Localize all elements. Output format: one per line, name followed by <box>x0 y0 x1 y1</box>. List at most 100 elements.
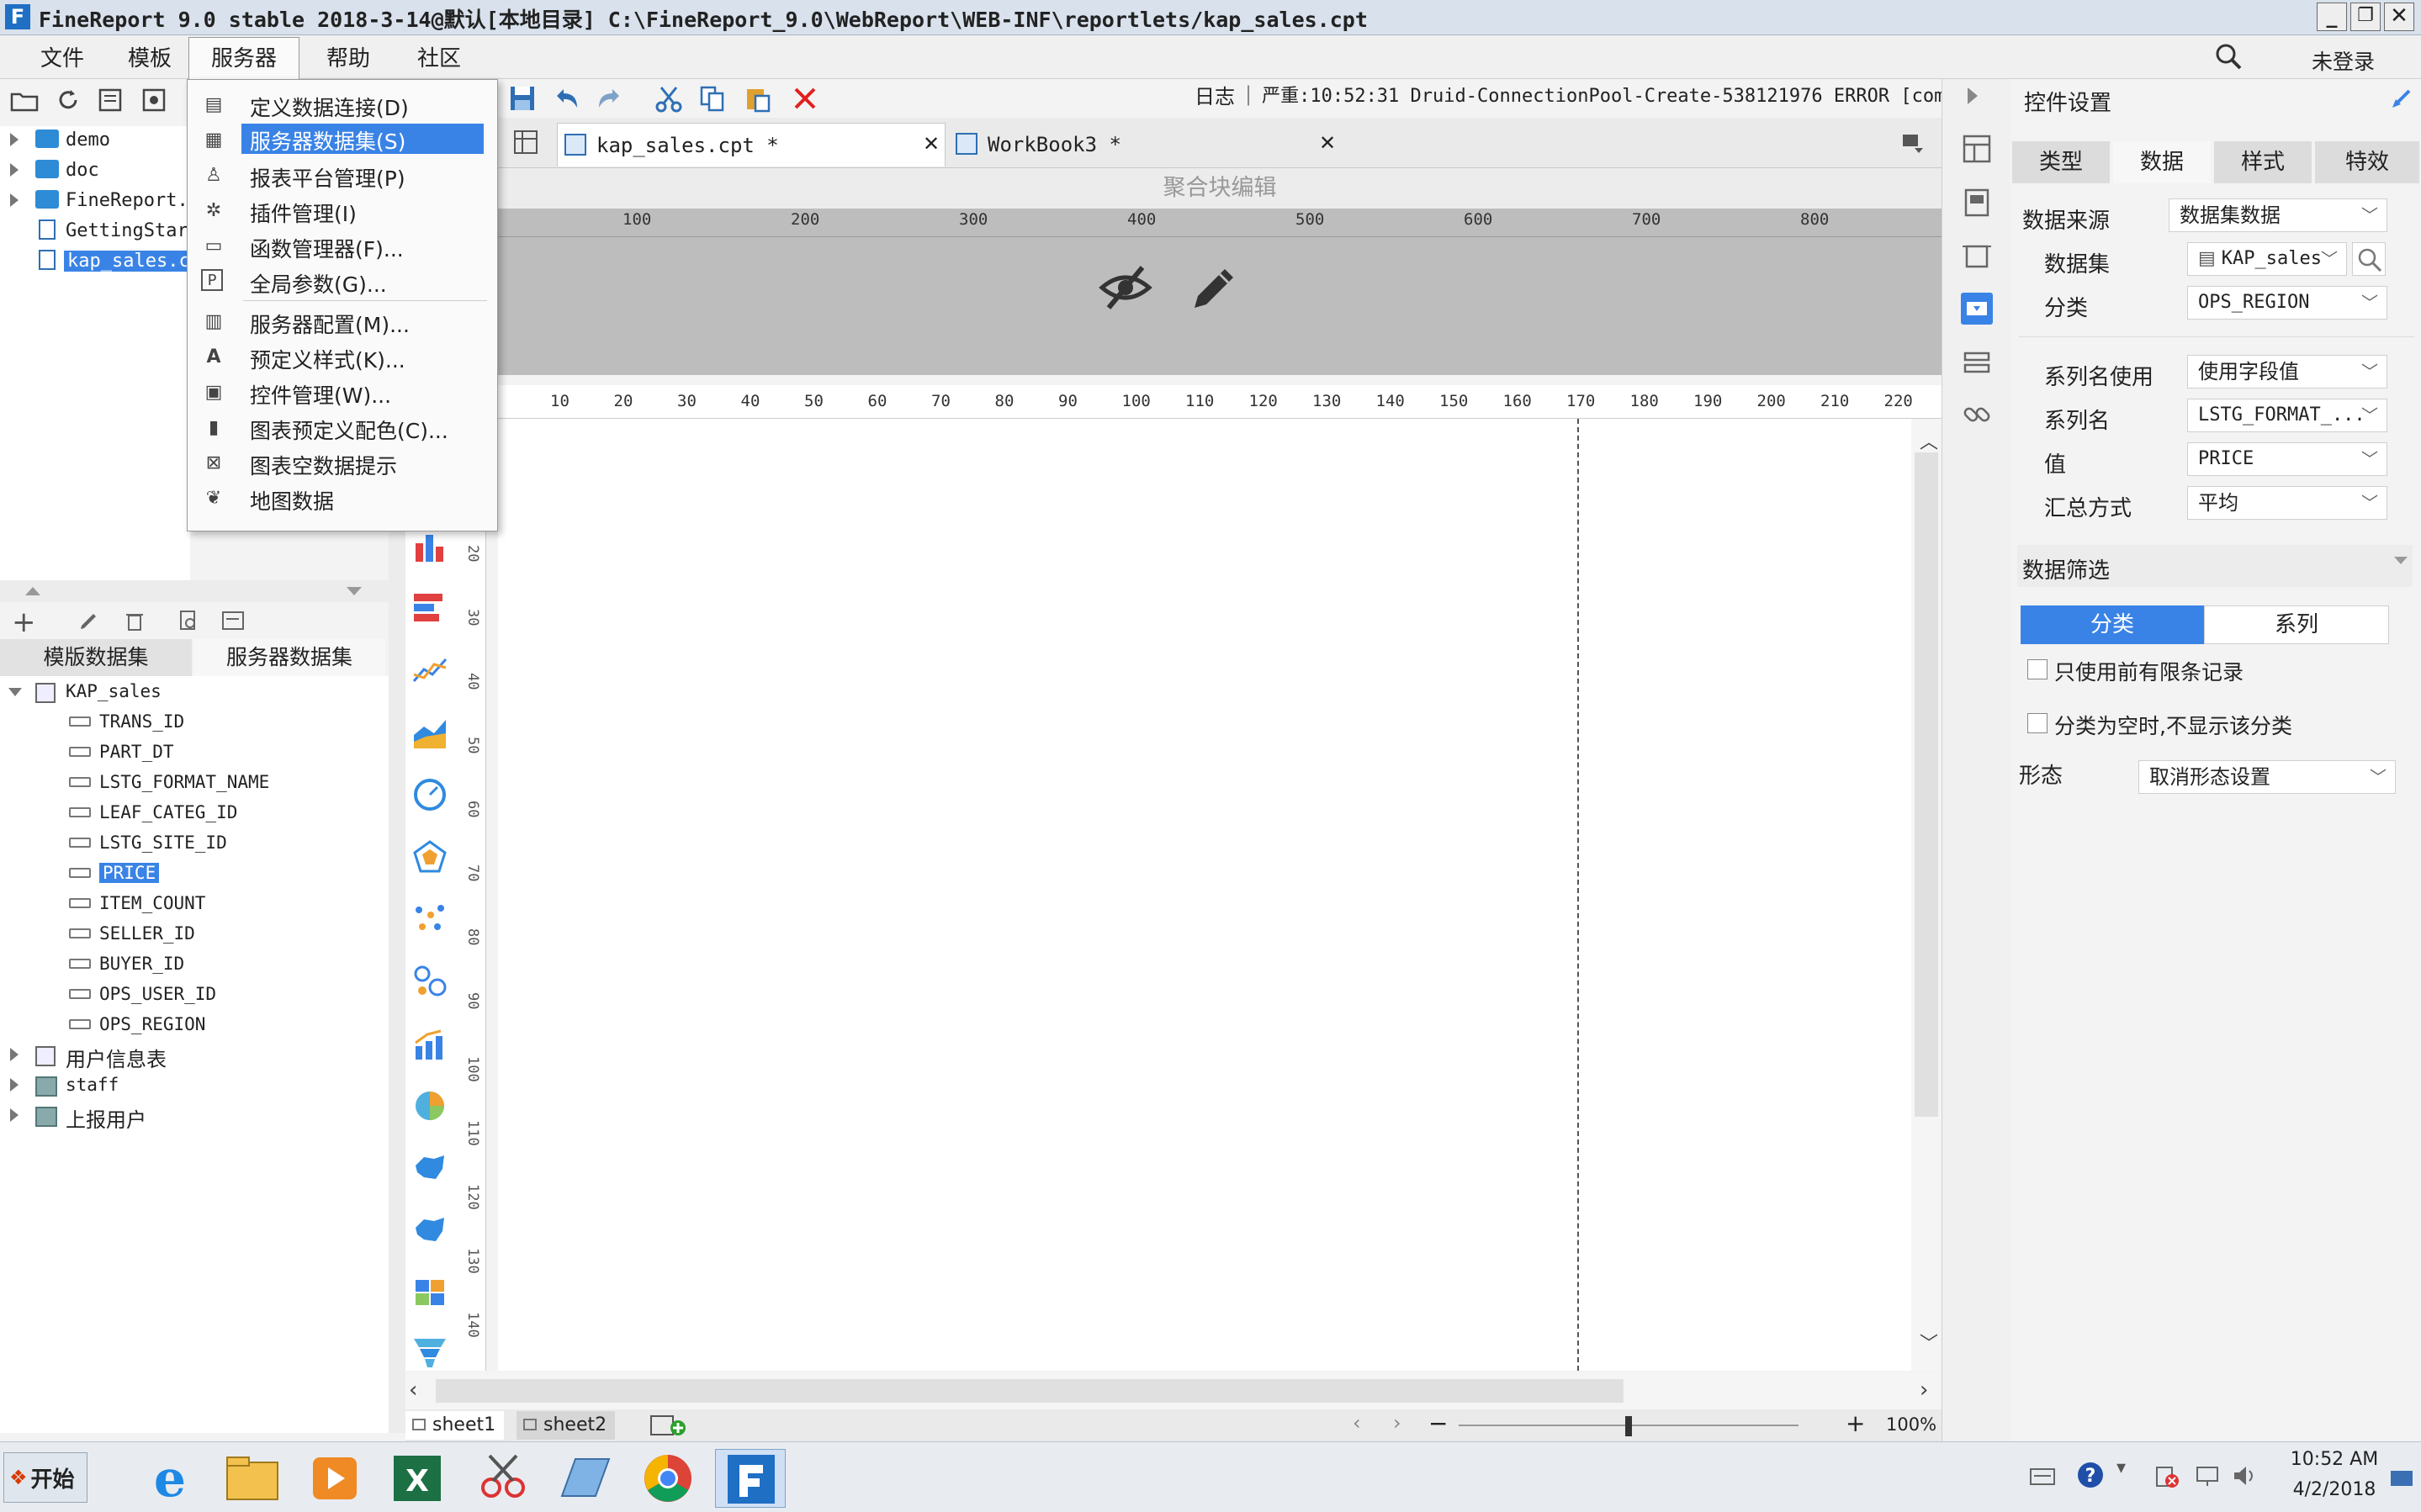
menu-item-define-connection[interactable]: ▤ 定义数据连接(D) <box>188 87 497 121</box>
collapse-up-icon[interactable] <box>25 587 40 595</box>
pin-icon[interactable] <box>2391 86 2414 109</box>
tree-item-gettingstart[interactable]: GettingStart <box>0 217 199 246</box>
settings-icon[interactable] <box>141 87 167 113</box>
tray-expand-icon[interactable]: ▾ <box>2116 1457 2126 1478</box>
horizontal-scrollbar[interactable]: ‹ › <box>405 1372 1942 1409</box>
form-select[interactable]: 取消形态设置 ﹀ <box>2138 760 2396 794</box>
show-desktop-icon[interactable] <box>2389 1467 2414 1489</box>
zoom-out-button[interactable]: − <box>1428 1409 1448 1437</box>
gauge-chart-icon[interactable] <box>412 777 448 812</box>
dataset-field[interactable]: OPS_USER_ID <box>0 981 389 1009</box>
log-label[interactable]: 日志 <box>1195 80 1235 109</box>
dataset-field[interactable]: TRANS_ID <box>0 708 389 737</box>
dataset-field[interactable]: LSTG_FORMAT_NAME <box>0 769 389 797</box>
hide-empty-checkbox[interactable] <box>2027 713 2048 733</box>
map-chart-alt-icon[interactable] <box>412 1213 448 1248</box>
sheet-tab-1[interactable]: sheet1 <box>405 1411 505 1440</box>
sheet-prev-icon[interactable]: ‹ <box>1353 1411 1361 1435</box>
dataset-field[interactable]: LSTG_SITE_ID <box>0 829 389 858</box>
notepad-app-icon[interactable] <box>550 1449 621 1508</box>
excel-app-icon[interactable]: X <box>382 1449 453 1508</box>
snipping-tool-icon[interactable] <box>468 1449 538 1508</box>
menu-item-platform-manage[interactable]: ♙ 报表平台管理(P) <box>188 157 497 192</box>
category-select[interactable]: OPS_REGION ﹀ <box>2187 286 2387 320</box>
menu-help[interactable]: 帮助 <box>321 42 375 76</box>
network-icon[interactable] <box>2194 1462 2221 1489</box>
menu-item-server-dataset[interactable]: ▦ 服务器数据集(S) <box>188 122 497 156</box>
link-icon[interactable] <box>1961 399 1993 431</box>
scroll-down-icon[interactable]: ﹀ <box>1920 1329 1938 1356</box>
menu-item-server-config[interactable]: ▥ 服务器配置(M)... <box>188 304 497 338</box>
dataset-params-icon[interactable] <box>220 609 246 632</box>
dataset-field[interactable]: ITEM_COUNT <box>0 890 389 918</box>
add-sheet-icon[interactable] <box>649 1413 688 1438</box>
menu-community[interactable]: 社区 <box>412 42 466 76</box>
tab-workbook3[interactable]: WorkBook3 * ✕ <box>952 123 1348 167</box>
dataset-search-icon[interactable] <box>2352 242 2386 276</box>
limit-records-checkbox[interactable] <box>2027 659 2048 679</box>
collapse-down-icon[interactable] <box>347 587 362 595</box>
add-dataset-icon[interactable]: + <box>12 605 36 639</box>
tab-kap-sales[interactable]: kap_sales.cpt * ✕ <box>557 123 946 167</box>
report-canvas[interactable] <box>498 419 1911 1371</box>
redo-icon[interactable] <box>596 84 624 113</box>
start-button[interactable]: ❖ 开始 <box>3 1452 87 1503</box>
filter-tab-series[interactable]: 系列 <box>2204 605 2389 644</box>
zoom-slider-thumb[interactable] <box>1625 1416 1632 1436</box>
copy-icon[interactable] <box>698 84 727 113</box>
frame-icon[interactable] <box>1961 241 1993 272</box>
restore-button[interactable]: ❐ <box>2350 3 2381 31</box>
dataset-root[interactable]: KAP_sales <box>0 678 389 706</box>
tree-item-demo[interactable]: demo <box>0 126 190 155</box>
tab-data[interactable]: 数据 <box>2113 141 2211 183</box>
expand-right-icon[interactable] <box>1968 87 1978 104</box>
file-explorer-icon[interactable] <box>217 1449 288 1508</box>
template-icon[interactable] <box>98 87 123 113</box>
collapse-icon[interactable] <box>2394 557 2408 564</box>
scatter-chart-icon[interactable] <box>412 901 448 937</box>
search-icon[interactable] <box>2214 42 2243 71</box>
area-chart-icon[interactable] <box>412 715 448 750</box>
scroll-thumb[interactable] <box>1915 452 1938 1117</box>
minimize-button[interactable]: _ <box>2317 3 2347 31</box>
media-player-icon[interactable] <box>299 1449 370 1508</box>
layout-icon[interactable] <box>1961 133 1993 165</box>
clock-date[interactable]: 4/2/2018 <box>2288 1479 2381 1500</box>
hide-eye-icon[interactable] <box>1099 261 1152 315</box>
help-icon[interactable]: ? <box>2076 1461 2105 1489</box>
funnel-chart-icon[interactable] <box>412 1335 448 1371</box>
tab-template-dataset[interactable]: 模版数据集 <box>0 639 192 676</box>
menu-item-map-data[interactable]: ❦ 地图数据 <box>188 480 497 515</box>
horizontal-bar-icon[interactable] <box>412 590 448 626</box>
sheet-tab-2[interactable]: sheet2 <box>517 1411 616 1440</box>
menu-file[interactable]: 文件 <box>35 42 89 76</box>
menu-item-chart-colors[interactable]: ▮ 图表预定义配色(C)... <box>188 410 497 444</box>
bar-chart-icon[interactable] <box>412 528 448 563</box>
data-props-icon[interactable] <box>1961 187 1993 219</box>
delete-x-icon[interactable] <box>791 84 819 113</box>
radar-chart-icon[interactable] <box>412 839 448 875</box>
close-tab-icon[interactable]: ✕ <box>923 132 940 156</box>
undo-icon[interactable] <box>552 84 580 113</box>
volume-icon[interactable] <box>2231 1462 2258 1489</box>
filter-tab-category[interactable]: 分类 <box>2021 605 2204 644</box>
pie-chart-icon[interactable] <box>412 1088 448 1123</box>
vertical-scrollbar[interactable]: ︿ ﹀ <box>1911 419 1942 1371</box>
sheet-next-icon[interactable]: › <box>1393 1411 1401 1435</box>
preview-icon[interactable] <box>177 609 200 632</box>
paste-icon[interactable] <box>744 84 772 113</box>
dataset-field[interactable]: PART_DT <box>0 738 389 767</box>
login-status[interactable]: 未登录 <box>2312 45 2375 76</box>
aggregation-select[interactable]: 平均 ﹀ <box>2187 486 2387 520</box>
combo-chart-icon[interactable] <box>412 1026 448 1061</box>
dataset-user-info[interactable]: 用户信息表 <box>0 1041 389 1071</box>
finereport-app-icon[interactable] <box>715 1449 786 1508</box>
tree-item-doc[interactable]: doc <box>0 156 190 185</box>
dataset-field[interactable]: OPS_REGION <box>0 1011 389 1039</box>
close-button[interactable]: ✕ <box>2384 3 2414 31</box>
close-tab-icon[interactable]: ✕ <box>1319 131 1336 155</box>
menu-item-function-manager[interactable]: ▭ 函数管理器(F)... <box>188 228 497 262</box>
map-chart-icon[interactable] <box>412 1150 448 1186</box>
scroll-up-icon[interactable]: ︿ <box>1920 427 1938 454</box>
menu-item-chart-empty[interactable]: ⊠ 图表空数据提示 <box>188 445 497 479</box>
